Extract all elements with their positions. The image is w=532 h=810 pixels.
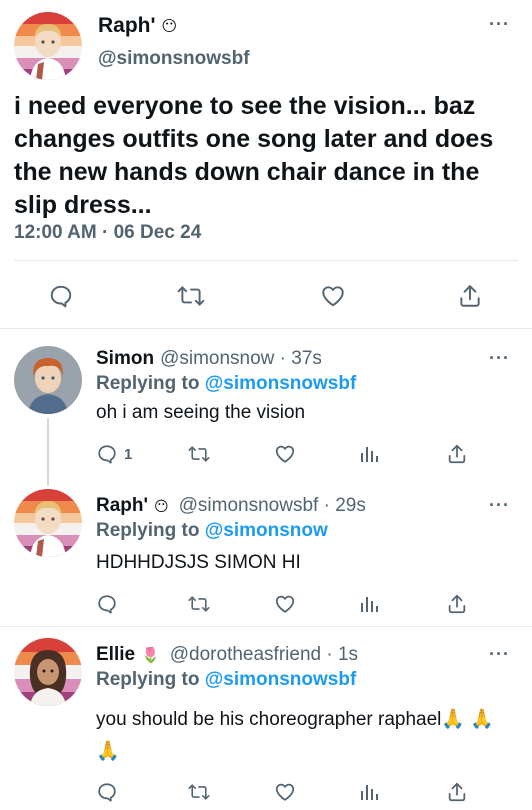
reply-count: 1 (124, 445, 133, 463)
handle[interactable]: @simonsnowsbf (98, 48, 250, 70)
reply-tweet: Raph' 😶 @simonsnowsbf · 29s ··· Replying… (0, 487, 532, 617)
replying-label: Replying to (96, 669, 200, 690)
like-icon[interactable] (274, 438, 296, 470)
avatar[interactable] (14, 638, 82, 706)
retweet-icon[interactable] (188, 588, 210, 620)
retweet-icon[interactable] (173, 278, 209, 314)
share-icon[interactable] (446, 588, 468, 620)
reply-tweet: Ellie 🌷 @dorotheasfriend · 1s ··· Replyi… (0, 636, 532, 810)
display-name[interactable]: Raph' (98, 14, 156, 38)
reply-icon (98, 445, 116, 464)
replying-to: Replying to @simonsnow (96, 520, 328, 542)
reply-text: HDHHDJSJS SIMON HI (96, 552, 301, 573)
retweet-icon[interactable] (188, 438, 210, 470)
avatar[interactable] (14, 12, 82, 80)
replying-to: Replying to @simonsnowsbf (96, 669, 356, 691)
like-icon[interactable] (274, 776, 296, 808)
name-emoji: 😶 (161, 18, 178, 35)
like-icon[interactable] (274, 588, 296, 620)
reply-tweet: Simon @simonsnow · 37s ··· Replying to @… (0, 342, 532, 482)
replying-to: Replying to @simonsnowsbf (96, 373, 356, 395)
like-icon[interactable] (315, 278, 351, 314)
handle-time[interactable]: @simonsnowsbf · 29s (179, 495, 366, 517)
retweet-icon[interactable] (188, 776, 210, 808)
reply-text: you should be his choreographer raphael🙏… (96, 709, 494, 762)
reply-action-bar (96, 776, 496, 808)
analytics-icon[interactable] (359, 438, 379, 470)
display-name[interactable]: Simon (96, 348, 154, 370)
more-options-icon[interactable]: ··· (489, 14, 510, 35)
reply-header: Simon @simonsnow · 37s (96, 348, 322, 370)
display-name[interactable]: Raph' (96, 495, 148, 517)
share-icon[interactable] (446, 438, 468, 470)
reply-icon[interactable] (96, 588, 118, 620)
author-row: Raph' 😶 (98, 14, 177, 38)
reply-header: Ellie 🌷 @dorotheasfriend · 1s (96, 644, 358, 666)
more-options-icon[interactable]: ··· (489, 644, 510, 665)
tweet-text: i need everyone to see the vision... baz… (14, 92, 494, 219)
reply-header: Raph' 😶 @simonsnowsbf · 29s (96, 495, 366, 517)
handle-time[interactable]: @simonsnow · 37s (160, 348, 322, 370)
name-emoji: 🌷 (141, 647, 160, 664)
reply-text: oh i am seeing the vision (96, 402, 306, 423)
reply-icon[interactable] (96, 776, 118, 808)
reply-action-bar: 1 (96, 438, 496, 470)
avatar[interactable] (14, 346, 82, 414)
analytics-icon[interactable] (359, 588, 379, 620)
action-bar (0, 270, 532, 320)
name-emoji: 😶 (154, 497, 169, 514)
replying-to-link[interactable]: @simonsnowsbf (205, 373, 357, 394)
share-icon[interactable] (446, 776, 468, 808)
more-options-icon[interactable]: ··· (489, 348, 510, 369)
share-icon[interactable] (452, 278, 488, 314)
divider (0, 626, 532, 627)
divider (14, 260, 518, 261)
replying-to-link[interactable]: @simonsnowsbf (205, 669, 357, 690)
avatar[interactable] (14, 489, 82, 557)
reply-action-bar (96, 588, 496, 620)
handle-time[interactable]: @dorotheasfriend · 1s (170, 644, 358, 666)
main-tweet: Raph' 😶 @simonsnowsbf ··· i need everyon… (0, 0, 532, 330)
reply-icon[interactable] (43, 278, 79, 314)
reply-button[interactable]: 1 (96, 438, 132, 470)
display-name[interactable]: Ellie (96, 644, 135, 666)
replying-to-link[interactable]: @simonsnow (205, 520, 328, 541)
replying-label: Replying to (96, 520, 200, 541)
divider (0, 328, 532, 329)
analytics-icon[interactable] (359, 776, 379, 808)
replying-label: Replying to (96, 373, 200, 394)
more-options-icon[interactable]: ··· (489, 495, 510, 516)
timestamp[interactable]: 12:00 AM · 06 Dec 24 (14, 222, 201, 244)
